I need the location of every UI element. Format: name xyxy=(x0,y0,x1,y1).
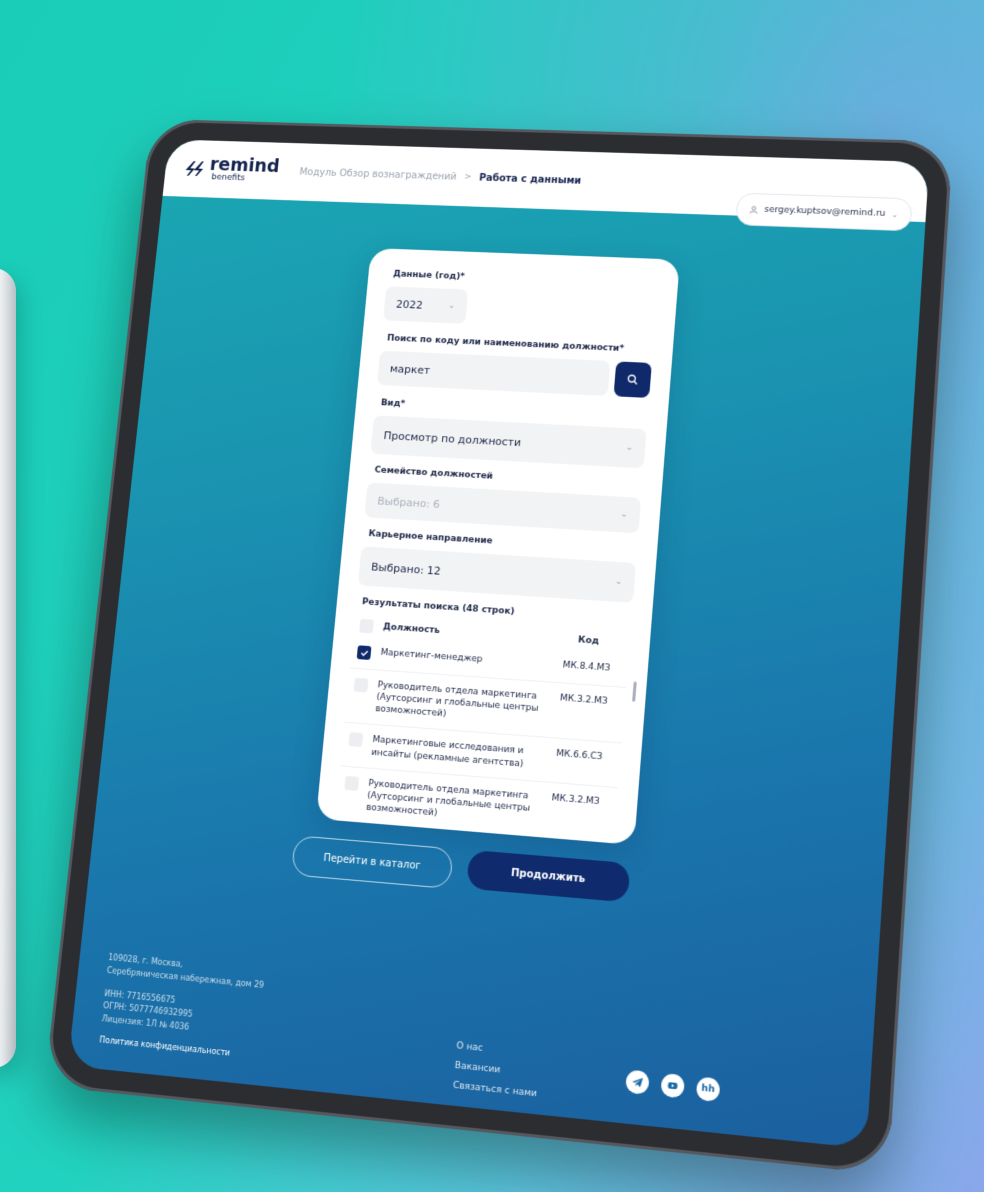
row-title: Руководитель отдела маркетинга (Аутсорси… xyxy=(366,777,541,828)
search-button[interactable] xyxy=(613,361,651,398)
breadcrumb-separator: > xyxy=(464,172,472,182)
stylus-pencil xyxy=(0,268,16,1068)
view-select[interactable]: Просмотр по должности ⌄ xyxy=(370,415,646,468)
video-icon[interactable] xyxy=(660,1073,685,1099)
search-value: маркет xyxy=(389,362,430,376)
column-code: Код xyxy=(553,634,624,649)
column-position: Должность xyxy=(383,622,441,636)
tablet-frame: remind benefits Модуль Обзор вознагражде… xyxy=(45,119,954,1175)
select-all-checkbox[interactable] xyxy=(359,619,374,634)
row-checkbox[interactable] xyxy=(357,645,372,660)
chevron-down-icon: ⌄ xyxy=(614,577,622,587)
search-icon xyxy=(626,374,639,386)
chevron-down-icon: ⌄ xyxy=(891,210,898,219)
logo-subtitle: benefits xyxy=(208,174,279,185)
chevron-down-icon: ⌄ xyxy=(448,301,456,311)
chevron-down-icon: ⌄ xyxy=(625,443,633,453)
family-select[interactable]: Выбрано: 6 ⌄ xyxy=(364,482,641,533)
continue-button[interactable]: Продолжить xyxy=(466,850,630,903)
direction-value: Выбрано: 12 xyxy=(371,560,442,577)
row-title: Руководитель отдела маркетинга (Аутсорси… xyxy=(375,679,549,728)
catalog-button[interactable]: Перейти в каталог xyxy=(291,835,454,889)
row-title: Маркетинг-менеджер xyxy=(380,647,483,668)
tablet-device: remind benefits Модуль Обзор вознагражде… xyxy=(45,119,954,1175)
data-form-card: Данные (год)* 2022 ⌄ Поиск по коду или н… xyxy=(316,248,680,845)
social-links: hh xyxy=(625,1069,720,1102)
year-value: 2022 xyxy=(396,298,424,311)
row-code: МК.3.2.МЗ xyxy=(540,791,611,808)
direction-select[interactable]: Выбрано: 12 ⌄ xyxy=(358,546,636,603)
user-icon xyxy=(749,205,759,214)
user-menu[interactable]: sergey.kuptsov@remind.ru ⌄ xyxy=(735,193,912,232)
telegram-icon[interactable] xyxy=(625,1069,650,1095)
check-icon xyxy=(359,648,369,657)
year-label: Данные (год)* xyxy=(393,270,659,290)
footer-company-info: 109028, г. Москва, Серебряническая набер… xyxy=(99,952,266,1063)
family-value: Выбрано: 6 xyxy=(377,494,441,510)
view-value: Просмотр по должности xyxy=(383,429,522,449)
chevron-down-icon: ⌄ xyxy=(620,510,628,520)
breadcrumb-module[interactable]: Модуль Обзор вознаграждений xyxy=(299,167,457,182)
brand-logo[interactable]: remind benefits xyxy=(183,155,281,184)
table-scrollbar[interactable] xyxy=(632,681,637,701)
row-code: МК.3.2.МЗ xyxy=(548,692,619,708)
tablet-screen: remind benefits Модуль Обзор вознагражде… xyxy=(68,139,929,1148)
row-code: МК.6.6.СЗ xyxy=(544,747,615,763)
row-checkbox[interactable] xyxy=(344,776,359,791)
breadcrumb: Модуль Обзор вознаграждений > Работа с д… xyxy=(299,167,582,186)
row-checkbox[interactable] xyxy=(354,678,369,693)
breadcrumb-current: Работа с данными xyxy=(479,172,582,186)
user-email: sergey.kuptsov@remind.ru xyxy=(764,205,886,219)
footer-links: О нас Вакансии Связаться с нами xyxy=(452,1037,541,1105)
logo-mark-icon xyxy=(183,159,205,178)
search-input[interactable]: маркет xyxy=(377,351,610,396)
row-title: Маркетинговые исследования и инсайты (ре… xyxy=(371,734,545,771)
hh-icon[interactable]: hh xyxy=(696,1076,721,1102)
year-select[interactable]: 2022 ⌄ xyxy=(383,286,468,324)
row-code: МК.8.4.МЗ xyxy=(551,659,622,675)
row-checkbox[interactable] xyxy=(348,733,363,748)
results-table: Должность Код Маркетинг-менеджер МК.8.4.… xyxy=(335,614,630,844)
